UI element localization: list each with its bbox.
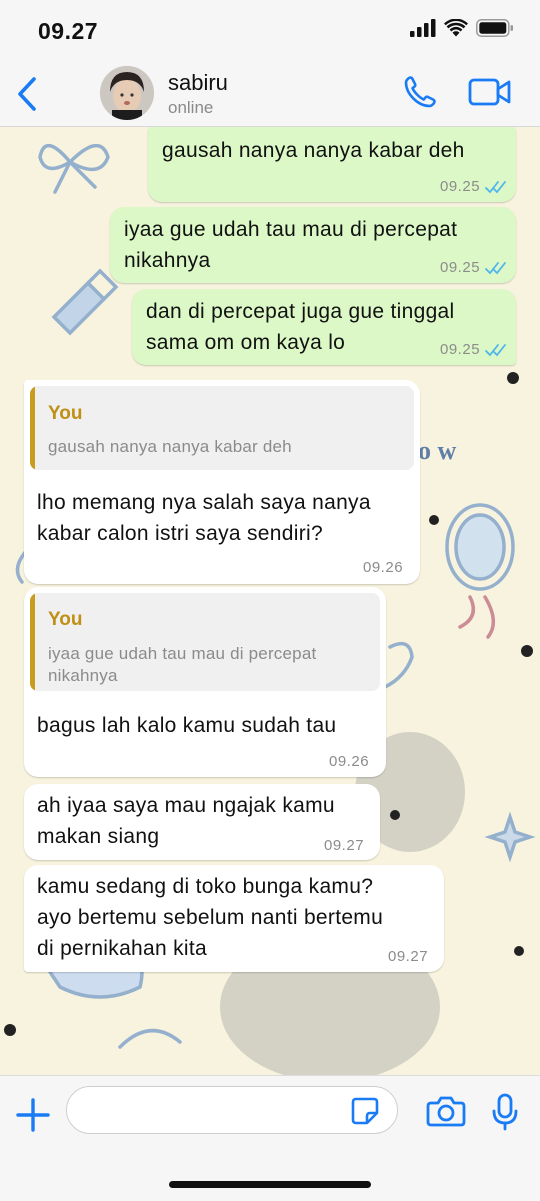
microphone-icon — [492, 1093, 518, 1131]
status-time: 09.27 — [38, 18, 99, 44]
camera-icon — [426, 1096, 466, 1127]
svg-text:o w: o w — [418, 436, 457, 465]
message-text-line: nikahnya — [124, 249, 211, 272]
double-check-icon — [485, 181, 506, 194]
contact-name[interactable]: sabiru — [168, 70, 228, 96]
quote-text-line: iyaa gue udah tau mau di percepat — [48, 644, 317, 663]
chat-header: sabiru online — [0, 62, 540, 127]
message-text-line: iyaa gue udah tau mau di percepat — [124, 218, 458, 241]
outgoing-message[interactable]: gausah nanya nanya kabar deh 09.25 — [148, 127, 516, 202]
status-bar: 09.27 — [0, 0, 540, 62]
phone-icon — [404, 76, 436, 108]
incoming-message[interactable]: You gausah nanya nanya kabar deh lho mem… — [24, 380, 420, 584]
quote-author: You — [48, 403, 83, 424]
battery-icon — [476, 19, 513, 37]
message-time: 09.25 — [440, 341, 481, 358]
message-text-line: sama om om kaya lo — [146, 331, 346, 354]
message-time: 09.27 — [388, 948, 429, 965]
signal-icon — [410, 19, 436, 37]
message-text: bagus lah kalo kamu sudah tau — [37, 714, 337, 737]
contact-status: online — [168, 98, 214, 117]
avatar-image — [100, 66, 154, 120]
incoming-message[interactable]: You iyaa gue udah tau mau di percepat ni… — [24, 587, 386, 777]
quote-text: gausah nanya nanya kabar deh — [48, 437, 292, 456]
outgoing-message[interactable]: iyaa gue udah tau mau di percepat nikahn… — [110, 207, 516, 283]
sticker-button[interactable] — [350, 1096, 380, 1126]
double-check-icon — [485, 262, 506, 275]
message-input[interactable] — [66, 1086, 398, 1134]
message-text-line: kabar calon istri saya sendiri? — [37, 522, 323, 545]
message-time: 09.26 — [363, 559, 404, 576]
quote-author: You — [48, 609, 83, 630]
message-text: gausah nanya nanya kabar deh — [162, 139, 465, 162]
message-time: 09.25 — [440, 178, 481, 195]
plus-icon — [16, 1098, 50, 1132]
voice-call-button[interactable] — [402, 74, 438, 110]
message-text-line: ayo bertemu sebelum nanti bertemu — [37, 906, 384, 929]
message-text-line: di pernikahan kita — [37, 937, 208, 960]
sticker-icon — [351, 1097, 379, 1125]
double-check-icon — [485, 344, 506, 357]
outgoing-message[interactable]: dan di percepat juga gue tinggal sama om… — [132, 289, 516, 365]
attach-button[interactable] — [14, 1096, 52, 1134]
quoted-message[interactable]: You iyaa gue udah tau mau di percepat ni… — [30, 593, 380, 691]
camera-button[interactable] — [426, 1094, 466, 1128]
video-camera-icon — [468, 78, 511, 106]
back-button[interactable] — [10, 72, 44, 116]
quote-bar — [30, 386, 35, 470]
message-time: 09.25 — [440, 259, 481, 276]
status-icons — [410, 19, 514, 37]
incoming-message[interactable]: ah iyaa saya mau ngajak kamu makan siang… — [24, 784, 380, 860]
message-text-line: kamu sedang di toko bunga kamu? — [37, 875, 374, 898]
message-time: 09.26 — [329, 753, 370, 770]
incoming-message[interactable]: kamu sedang di toko bunga kamu? ayo bert… — [24, 865, 444, 972]
home-indicator[interactable] — [169, 1181, 371, 1188]
chat-area[interactable]: o w gausah nanya nanya kabar deh 09.25 i… — [0, 127, 540, 1075]
message-text-line: dan di percepat juga gue tinggal — [146, 300, 455, 323]
quote-text-line: nikahnya — [48, 666, 118, 685]
message-text-line: makan siang — [37, 825, 160, 848]
back-chevron-icon — [18, 77, 36, 111]
quote-bar — [30, 593, 35, 691]
quoted-message[interactable]: You gausah nanya nanya kabar deh — [30, 386, 414, 470]
video-call-button[interactable] — [468, 76, 512, 108]
message-text-line: ah iyaa saya mau ngajak kamu — [37, 794, 335, 817]
avatar[interactable] — [100, 66, 154, 120]
wifi-icon — [444, 19, 468, 37]
voice-message-button[interactable] — [490, 1092, 520, 1132]
message-text-line: lho memang nya salah saya nanya — [37, 491, 371, 514]
message-time: 09.27 — [324, 837, 365, 854]
